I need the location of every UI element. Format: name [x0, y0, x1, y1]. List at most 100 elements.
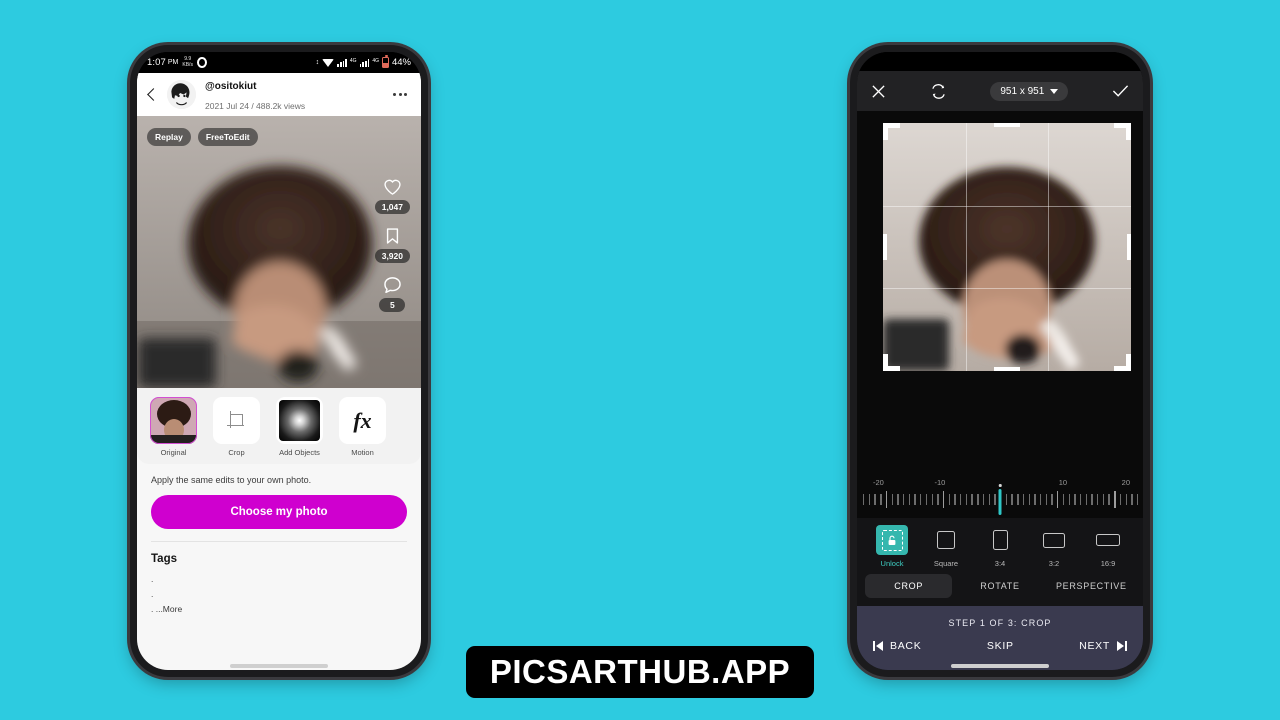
unlock-crop-icon	[876, 525, 908, 555]
reset-loop-icon[interactable]	[930, 83, 947, 99]
status-bar-left: 1:07 PM 9.9 KB/s	[147, 57, 207, 68]
aspect-ratio-row: Unlock Square 3:4 3:2 16:9	[857, 518, 1143, 574]
next-label: NEXT	[1079, 640, 1110, 652]
canvas-size-selector[interactable]: 951 x 951	[990, 81, 1069, 101]
crop-handle-left-mid[interactable]	[883, 234, 887, 260]
crop-grid-h1	[883, 205, 1131, 207]
tab-crop[interactable]: CROP	[865, 574, 953, 598]
watermark-text: PICSARTHUB.APP	[489, 653, 791, 690]
kebab-menu-icon[interactable]	[391, 87, 409, 102]
data-transfer-icon: ↕	[315, 59, 320, 66]
tool-label-crop: Crop	[228, 448, 245, 457]
rotation-ruler[interactable]: -20 -10 10 20	[857, 476, 1143, 518]
media-actions: 1,047 3,920 5	[374, 178, 410, 312]
save-count: 3,920	[374, 249, 410, 263]
step-title: STEP 1 OF 3: CROP	[948, 618, 1052, 628]
media-chips: Replay FreeToEdit	[147, 128, 258, 146]
crop-grid-v1	[965, 123, 967, 371]
save-action[interactable]: 3,920	[374, 227, 410, 263]
next-button[interactable]: NEXT	[1079, 640, 1127, 652]
skip-label: SKIP	[986, 640, 1014, 652]
aspect-3-4[interactable]: 3:4	[975, 525, 1025, 568]
aspect-3-2[interactable]: 3:2	[1029, 525, 1079, 568]
post-header: @ositokiut 2021 Jul 24 / 488.2k views	[137, 73, 421, 116]
aspect-16-9[interactable]: 16:9	[1083, 525, 1133, 568]
editor-mode-tabs: CROP ROTATE PERSPECTIVE	[857, 574, 1143, 606]
app-content: @ositokiut 2021 Jul 24 / 488.2k views Re…	[137, 73, 421, 670]
next-step-icon	[1116, 641, 1127, 651]
avatar[interactable]	[167, 80, 196, 109]
tool-crop[interactable]: Crop	[210, 397, 263, 457]
like-action[interactable]: 1,047	[374, 178, 410, 214]
editor-canvas[interactable]	[857, 111, 1143, 476]
status-ampm: PM	[167, 59, 179, 66]
step-nav: BACK SKIP NEXT	[857, 630, 1143, 654]
tags-section: Tags . . . ...More	[137, 542, 421, 617]
heart-icon	[384, 179, 401, 195]
tag-line-1: .	[151, 574, 154, 584]
chip-replay[interactable]: Replay	[147, 128, 191, 146]
close-x-icon[interactable]	[871, 84, 886, 99]
ruler-needle[interactable]	[998, 489, 1002, 515]
post-media[interactable]: Replay FreeToEdit 1,047 3,920 5	[137, 116, 421, 388]
crop-handle-top-mid[interactable]	[994, 123, 1020, 127]
crop-tile	[213, 397, 260, 444]
step-wizard-panel: STEP 1 OF 3: CROP BACK SKIP NEXT	[857, 606, 1143, 670]
skip-button[interactable]: SKIP	[987, 640, 1014, 652]
fx-icon: fx	[353, 407, 372, 433]
tab-perspective[interactable]: PERSPECTIVE	[1048, 574, 1135, 598]
signal-bars-icon-2	[359, 58, 370, 67]
like-count: 1,047	[374, 200, 410, 214]
crop-handle-top-left-v[interactable]	[883, 123, 888, 140]
tag-line-more[interactable]: . ...More	[151, 602, 407, 617]
prev-step-icon	[873, 641, 883, 651]
comment-action[interactable]: 5	[379, 276, 406, 312]
back-button[interactable]: BACK	[873, 640, 921, 652]
tool-original[interactable]: Original	[147, 397, 200, 457]
square-ratio-icon	[930, 525, 962, 555]
aspect-square[interactable]: Square	[921, 525, 971, 568]
opera-icon	[196, 57, 207, 68]
aspect-label-unlock: Unlock	[880, 559, 904, 568]
crop-handle-bottom-left-v[interactable]	[883, 354, 888, 371]
chip-freetoedit[interactable]: FreeToEdit	[197, 128, 258, 146]
tool-label-add-objects: Add Objects	[279, 448, 320, 457]
ruler-labels: -20 -10 10 20	[857, 476, 1143, 489]
ratio-3-2-icon	[1038, 525, 1070, 555]
post-author-meta[interactable]: @ositokiut 2021 Jul 24 / 488.2k views	[205, 75, 382, 115]
aspect-unlock[interactable]: Unlock	[867, 525, 917, 568]
back-chevron-icon[interactable]	[147, 88, 160, 101]
post-submeta: 2021 Jul 24 / 488.2k views	[205, 100, 306, 111]
tool-label-original: Original	[160, 448, 187, 457]
checkmark-icon[interactable]	[1112, 84, 1129, 98]
choose-my-photo-button[interactable]: Choose my photo	[151, 495, 407, 529]
ruler-label-neg10: -10	[934, 478, 946, 487]
tab-rotate[interactable]: ROTATE	[956, 574, 1043, 598]
right-phone-frame: 951 x 951 -20 -10 10 20 Unlock Square 3:…	[850, 45, 1150, 677]
edit-tool-strip: Original Crop Add Objects fx Motion	[137, 388, 421, 464]
crop-handle-bottom-right-v[interactable]	[1126, 354, 1131, 371]
tag-line-2: .	[151, 588, 154, 599]
signal-bars-icon-1	[337, 58, 347, 67]
crop-handle-right-mid[interactable]	[1127, 234, 1131, 260]
tool-add-objects[interactable]: Add Objects	[273, 397, 326, 457]
right-phone-screen: 951 x 951 -20 -10 10 20 Unlock Square 3:…	[857, 52, 1143, 670]
data-speed-unit: KB/s	[182, 61, 193, 68]
status-time: 1:07	[147, 57, 166, 68]
crop-handle-bottom-mid[interactable]	[994, 367, 1020, 371]
wifi-icon	[322, 58, 335, 67]
chevron-down-icon	[1050, 88, 1059, 94]
ruler-label-pos10: 10	[1058, 478, 1068, 487]
crop-box[interactable]	[883, 123, 1131, 371]
status-bar: 1:07 PM 9.9 KB/s ↕ 4G 4G 44%	[137, 52, 421, 73]
editor-topbar: 951 x 951	[857, 71, 1143, 111]
canvas-size-value: 951 x 951	[1000, 85, 1045, 97]
bookmark-icon	[386, 228, 398, 244]
crop-preview-image	[883, 123, 1131, 371]
crop-handle-top-right-v[interactable]	[1126, 123, 1131, 140]
watermark-badge: PICSARTHUB.APP	[466, 646, 814, 698]
ratio-16-9-icon	[1092, 525, 1124, 555]
aspect-label-3-4: 3:4	[994, 559, 1006, 568]
left-phone-frame: 1:07 PM 9.9 KB/s ↕ 4G 4G 44% @ositokiut …	[130, 45, 428, 677]
tool-motion[interactable]: fx Motion	[336, 397, 389, 457]
